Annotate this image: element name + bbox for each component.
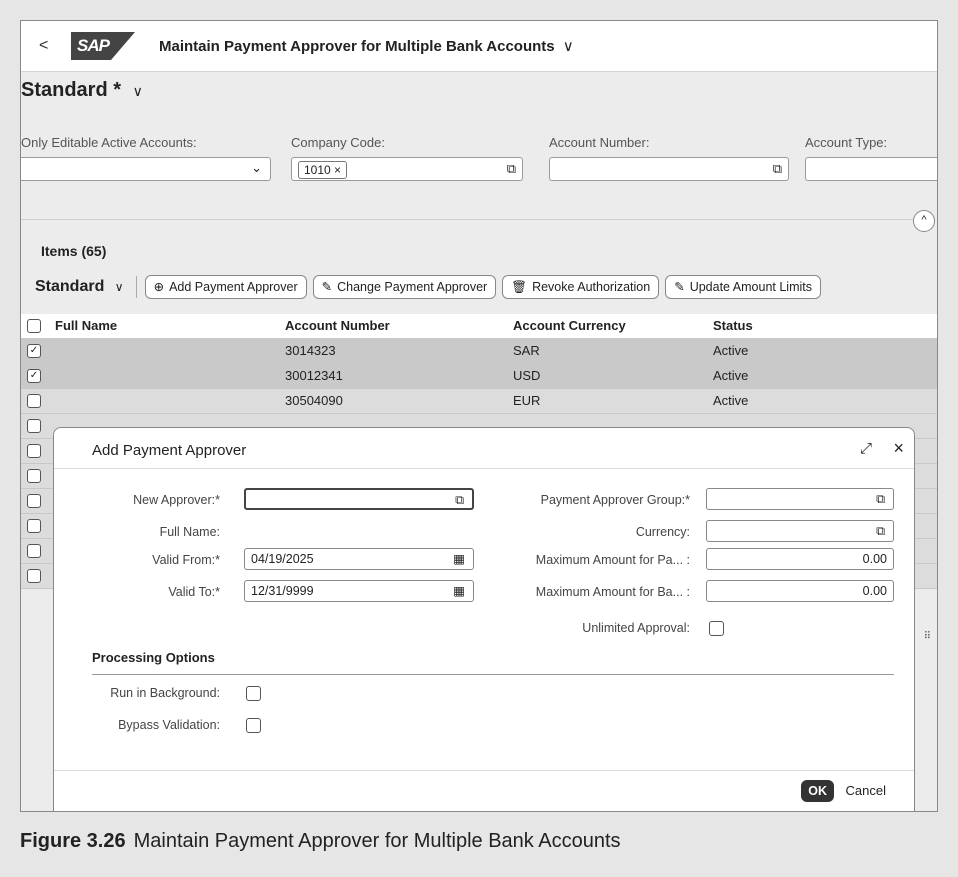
- row-checkbox[interactable]: [27, 519, 41, 533]
- pencil-icon: ✎: [321, 280, 333, 294]
- row-checkbox[interactable]: [27, 469, 41, 483]
- add-payment-approver-button[interactable]: ⊕ Add Payment Approver: [144, 275, 307, 299]
- ok-button[interactable]: OK: [801, 780, 834, 802]
- chevron-down-icon: ∨: [114, 280, 124, 294]
- calendar-icon[interactable]: ▦: [453, 549, 465, 569]
- table-header-row: Full Name Account Number Account Currenc…: [21, 314, 937, 339]
- account-number-input[interactable]: ⧉: [549, 157, 789, 181]
- trash-icon: 🗑: [511, 280, 528, 294]
- table-row[interactable]: 30504090 EUR Active: [21, 389, 937, 414]
- table-row[interactable]: ✓ 30012341 USD Active: [21, 364, 937, 389]
- column-header-full-name[interactable]: Full Name: [55, 318, 117, 333]
- run-background-label: Run in Background:: [110, 686, 220, 700]
- filter-label-account-type: Account Type:: [805, 135, 888, 150]
- figure-number: Figure 3.26: [20, 830, 126, 852]
- filter-label-account-number: Account Number:: [549, 135, 650, 150]
- valid-from-datepicker[interactable]: 04/19/2025 ▦: [244, 548, 474, 570]
- table-variant-selector[interactable]: Standard ∨: [35, 278, 124, 296]
- valid-to-label: Valid To:*: [168, 585, 220, 599]
- token-remove-icon[interactable]: ×: [334, 163, 341, 177]
- chevron-down-icon: ⌄: [251, 160, 262, 175]
- filter-label-company-code: Company Code:: [291, 135, 385, 150]
- app-title-menu[interactable]: Maintain Payment Approver for Multiple B…: [159, 37, 574, 55]
- company-code-input[interactable]: 1010 × ⧉: [291, 157, 523, 181]
- table-row[interactable]: ✓ 3014323 SAR Active: [21, 339, 937, 364]
- value-help-icon[interactable]: ⧉: [507, 161, 516, 177]
- editable-accounts-select[interactable]: ⌄: [21, 157, 271, 181]
- row-checkbox[interactable]: [27, 444, 41, 458]
- cancel-button[interactable]: Cancel: [846, 780, 886, 802]
- processing-options-title: Processing Options: [92, 650, 215, 665]
- company-code-token[interactable]: 1010 ×: [298, 161, 348, 179]
- value-help-icon[interactable]: ⧉: [455, 490, 464, 510]
- account-type-input[interactable]: [805, 157, 937, 181]
- column-header-status[interactable]: Status: [713, 318, 753, 333]
- collapse-header-button[interactable]: ^: [913, 210, 935, 232]
- currency-input[interactable]: ⧉: [706, 520, 894, 542]
- unlimited-approval-label: Unlimited Approval:: [582, 621, 690, 635]
- dialog-header-divider: [54, 468, 914, 469]
- pencil-icon: ✎: [674, 280, 685, 294]
- shell-bar: < SAP Maintain Payment Approver for Mult…: [21, 21, 937, 72]
- logo-text: SAP: [77, 36, 110, 55]
- app-window: < SAP Maintain Payment Approver for Mult…: [20, 20, 938, 812]
- max-amount-bank-input[interactable]: 0.00: [706, 580, 894, 602]
- app-title: Maintain Payment Approver for Multiple B…: [159, 38, 555, 55]
- max-amount-bank-label: Maximum Amount for Ba... :: [535, 585, 690, 599]
- calendar-icon[interactable]: ▦: [453, 581, 465, 601]
- full-name-label: Full Name:: [159, 525, 220, 539]
- row-checkbox[interactable]: ✓: [27, 344, 41, 358]
- dialog-footer-divider: [54, 770, 914, 771]
- value-help-icon[interactable]: ⧉: [876, 521, 885, 541]
- expand-icon[interactable]: ⤢: [860, 440, 872, 457]
- chevron-down-icon: ∨: [562, 38, 574, 55]
- resize-handle-icon[interactable]: ⠿: [924, 631, 931, 642]
- currency-label: Currency:: [635, 525, 690, 539]
- update-amount-limits-button[interactable]: ✎ Update Amount Limits: [665, 275, 821, 299]
- new-approver-label: New Approver:*: [133, 493, 220, 507]
- row-checkbox[interactable]: [27, 394, 41, 408]
- valid-from-label: Valid From:*: [152, 553, 220, 567]
- unlimited-approval-checkbox[interactable]: [709, 621, 724, 636]
- figure-caption: Figure 3.26 Maintain Payment Approver for…: [20, 830, 621, 853]
- row-checkbox[interactable]: [27, 569, 41, 583]
- chevron-down-icon: ∨: [132, 83, 143, 99]
- valid-to-datepicker[interactable]: 12/31/9999 ▦: [244, 580, 474, 602]
- max-amount-payment-input[interactable]: 0.00: [706, 548, 894, 570]
- back-button[interactable]: <: [39, 37, 59, 55]
- figure-caption-text: Maintain Payment Approver for Multiple B…: [133, 830, 621, 852]
- run-background-checkbox[interactable]: [246, 686, 261, 701]
- processing-options-divider: [92, 674, 894, 675]
- select-all-checkbox[interactable]: [27, 319, 41, 333]
- payment-approver-group-label: Payment Approver Group:*: [540, 493, 690, 507]
- table-title: Items (65): [41, 243, 107, 259]
- filter-label-editable: Only Editable Active Accounts:: [21, 135, 197, 150]
- revoke-authorization-button[interactable]: 🗑 Revoke Authorization: [502, 275, 660, 299]
- bypass-validation-checkbox[interactable]: [246, 718, 261, 733]
- row-checkbox[interactable]: [27, 544, 41, 558]
- column-header-account-number[interactable]: Account Number: [285, 318, 390, 333]
- sap-logo: SAP: [71, 32, 135, 60]
- dialog-title: Add Payment Approver: [92, 442, 247, 459]
- payment-approver-group-input[interactable]: ⧉: [706, 488, 894, 510]
- value-help-icon[interactable]: ⧉: [773, 161, 782, 177]
- row-checkbox[interactable]: ✓: [27, 369, 41, 383]
- change-payment-approver-button[interactable]: ✎ Change Payment Approver: [312, 275, 497, 299]
- add-payment-approver-dialog: Add Payment Approver ⤢ × New Approver:* …: [53, 427, 915, 811]
- column-header-account-currency[interactable]: Account Currency: [513, 318, 626, 333]
- bypass-validation-label: Bypass Validation:: [118, 718, 220, 732]
- row-checkbox[interactable]: [27, 419, 41, 433]
- toolbar-separator: [135, 276, 137, 298]
- variant-name: Standard *: [21, 79, 122, 101]
- add-approver-icon: ⊕: [153, 280, 165, 294]
- variant-selector[interactable]: Standard * ∨: [21, 79, 143, 102]
- close-icon[interactable]: ×: [893, 438, 904, 459]
- header-divider: [21, 219, 915, 220]
- table-toolbar: Standard ∨ ⊕ Add Payment Approver ✎ Change…: [35, 275, 827, 299]
- max-amount-payment-label: Maximum Amount for Pa... :: [535, 553, 690, 567]
- value-help-icon[interactable]: ⧉: [876, 489, 885, 509]
- row-checkbox[interactable]: [27, 494, 41, 508]
- new-approver-input[interactable]: ⧉: [244, 488, 474, 510]
